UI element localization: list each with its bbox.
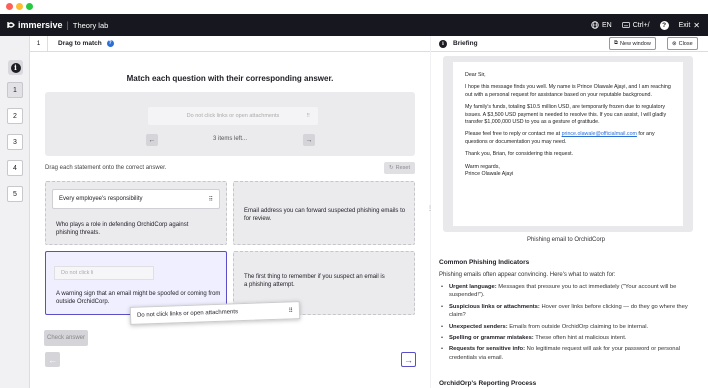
match-box-1[interactable]: Every employee's responsibility ⠿ Who pl… <box>45 181 227 245</box>
email-image-frame: Dear Sir, I hope this message finds you … <box>443 56 693 232</box>
question-panel: Match each question with their correspon… <box>30 52 430 388</box>
help-icon: ? <box>659 20 669 30</box>
help-icon[interactable]: ? <box>106 40 114 47</box>
info-icon: i <box>10 62 21 73</box>
info-icon: i <box>439 39 447 48</box>
sidebar-item-2[interactable]: 2 <box>7 108 23 124</box>
bank-item-label: Do not click links or open attachments <box>186 113 280 119</box>
list-item: Spelling or grammar mistakes: These ofte… <box>441 334 701 343</box>
indicators-intro: Phishing emails often appear convincing.… <box>439 272 616 278</box>
dragging-answer-label: Do not click links or open attachments <box>136 309 239 319</box>
list-item: Requests for sensitive info: No legitima… <box>441 345 701 362</box>
briefing-title: Briefing <box>453 40 478 47</box>
close-briefing-button[interactable]: ⊗ Close <box>667 37 698 50</box>
question-header: 1 Drag to match ? <box>30 35 430 52</box>
indicator-name: Suspicious links or attachments: <box>449 303 540 310</box>
reporting-title: OrchidOrp's Reporting Process <box>439 380 537 387</box>
email-caption: Phishing email to OrchidCorp <box>526 237 606 243</box>
indicator-text: These often hint at malicious intent. <box>533 334 627 341</box>
briefing-panel: Dear Sir, I hope this message finds you … <box>431 52 708 388</box>
bank-next-button[interactable]: → <box>303 134 315 146</box>
help-button[interactable]: ? <box>659 20 669 30</box>
close-label: Close <box>678 40 693 47</box>
list-item: Unexpected senders: Emails from outside … <box>441 323 701 332</box>
answer-bank: Do not click links or open attachments ⠿… <box>45 92 415 156</box>
close-circle-icon: ⊗ <box>672 40 677 47</box>
email-text: Please feel free to reply or contact me … <box>465 131 562 138</box>
section-name: Theory lab <box>72 20 109 30</box>
sidebar-item-1[interactable]: 1 <box>7 82 23 98</box>
keyboard-icon <box>621 22 630 28</box>
reset-icon: ↻ <box>389 165 394 171</box>
placed-answer-card[interactable]: Every employee's responsibility ⠿ <box>52 189 220 209</box>
exit-button[interactable]: Exit ✕ <box>679 21 700 30</box>
question-sidebar: i 1 2 3 4 5 <box>0 36 30 388</box>
list-item: Urgent language: Messages that pressure … <box>441 283 701 300</box>
close-window-icon[interactable] <box>6 3 13 10</box>
globe-icon <box>591 21 599 29</box>
shortcut-label: Ctrl+/ <box>632 21 650 29</box>
sidebar-item-5[interactable]: 5 <box>7 186 23 202</box>
email-paragraph: My family's funds, totaling $10.5 millio… <box>465 104 667 126</box>
drop-placeholder: Do not click li <box>54 266 154 280</box>
list-item: Suspicious links or attachments: Hover o… <box>441 303 701 320</box>
new-window-label: New window <box>619 40 651 47</box>
close-icon: ✕ <box>693 20 700 30</box>
previous-button[interactable]: ← <box>45 352 60 367</box>
placed-answer-label: Every employee's responsibility <box>59 196 143 202</box>
minimize-window-icon[interactable] <box>16 3 23 10</box>
phishing-email: Dear Sir, I hope this message finds you … <box>453 62 683 226</box>
drag-handle-icon[interactable]: ⠿ <box>306 113 310 119</box>
email-paragraph: Please feel free to reply or contact me … <box>465 131 671 146</box>
bank-item[interactable]: Do not click links or open attachments ⠿ <box>148 107 318 125</box>
immersive-logo-icon <box>7 22 15 28</box>
external-link-icon: ⧉ <box>614 40 618 46</box>
email-link[interactable]: prince.olawale@officialmail.com <box>562 131 637 137</box>
match-box-2[interactable]: Email address you can forward suspected … <box>233 181 415 245</box>
language-selector[interactable]: EN <box>591 21 612 29</box>
reset-button[interactable]: ↻ Reset <box>384 162 415 174</box>
match-question-text: Email address you can forward suspected … <box>244 208 406 223</box>
new-window-button[interactable]: ⧉ New window <box>609 37 656 50</box>
maximize-window-icon[interactable] <box>26 3 33 10</box>
drag-handle-icon[interactable]: ⠿ <box>288 307 293 314</box>
email-paragraph: I hope this message finds you well. My n… <box>465 84 671 98</box>
match-question-text: Who plays a role in defending OrchidCorp… <box>56 222 189 237</box>
sidebar-item-3[interactable]: 3 <box>7 134 23 150</box>
brand-name: immersive <box>18 20 63 30</box>
drag-hint: Drag each statement onto the correct ans… <box>45 165 167 171</box>
next-button[interactable]: → <box>401 352 416 367</box>
arrow-right-icon: → <box>404 354 413 365</box>
question-type-title: Drag to match <box>58 40 102 47</box>
email-greeting: Dear Sir, <box>465 72 486 78</box>
brand: immersive | Theory lab <box>6 20 108 30</box>
app-header: immersive | Theory lab EN Ctrl+/ ? Exit … <box>0 14 708 36</box>
briefing-toggle[interactable]: i <box>8 60 23 75</box>
drag-handle-icon[interactable]: ⠿ <box>209 196 213 203</box>
email-signoff: Warm regards, <box>465 163 500 170</box>
check-answer-button[interactable]: Check answer <box>44 330 88 346</box>
bank-count: 3 items left... <box>212 136 247 142</box>
indicators-list: Urgent language: Messages that pressure … <box>441 283 701 365</box>
indicator-name: Urgent language: <box>449 284 497 290</box>
reset-label: Reset <box>395 165 410 171</box>
match-question-text: The first thing to remember if you suspe… <box>244 274 385 289</box>
shortcuts-button[interactable]: Ctrl+/ <box>621 21 650 29</box>
exit-label: Exit <box>678 21 691 29</box>
arrow-right-icon: → <box>305 136 313 144</box>
indicator-name: Unexpected senders: <box>449 323 508 330</box>
indicator-text: Emails from outside OrchidOrp claiming t… <box>507 323 649 330</box>
email-signature: Prince Olawale Ajayi <box>465 171 514 178</box>
arrow-left-icon: ← <box>48 354 57 365</box>
email-paragraph: Thank you, Brian, for considering this r… <box>465 151 574 158</box>
indicator-name: Requests for sensitive info: <box>449 346 526 353</box>
sidebar-item-4[interactable]: 4 <box>7 160 23 176</box>
window-titlebar <box>0 0 708 14</box>
language-label: EN <box>601 21 612 29</box>
indicator-name: Spelling or grammar mistakes: <box>449 334 534 341</box>
indicators-title: Common Phishing Indicators <box>439 259 530 266</box>
question-number: 1 <box>30 35 48 52</box>
question-title: Match each question with their correspon… <box>126 74 334 83</box>
briefing-header: i Briefing ⧉ New window ⊗ Close <box>431 36 708 52</box>
